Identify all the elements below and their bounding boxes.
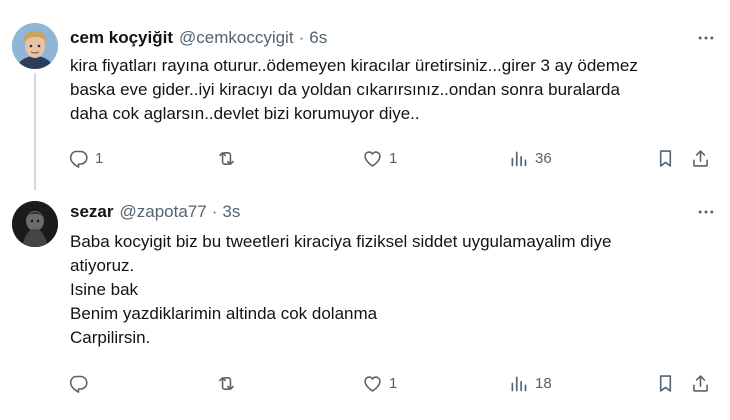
separator: · — [298, 28, 305, 47]
bookmark-icon — [659, 149, 672, 167]
timestamp[interactable]: 6s — [309, 28, 327, 48]
like-button[interactable]: 1 — [362, 370, 397, 396]
thread-line — [34, 73, 36, 190]
author-handle[interactable]: @zapota77 — [119, 202, 206, 222]
tweet[interactable]: cem koçyiğit @cemkoccyigit · 6s kira fiy… — [0, 0, 730, 190]
share-button[interactable] — [690, 370, 711, 396]
share-icon — [693, 374, 708, 392]
tweet-text: Baba kocyigit biz bu tweetleri kiraciya … — [70, 230, 712, 350]
tweet-text-line: Carpilirsin. — [70, 328, 151, 347]
tweet-text-line: atiyoruz. — [70, 256, 135, 275]
retweet-icon — [219, 376, 234, 390]
bookmark-icon — [659, 374, 672, 392]
retweet-button[interactable] — [216, 370, 243, 396]
tweet-text-line: daha cok aglarsın..devlet bizi korumuyor… — [70, 104, 420, 123]
reply-button[interactable] — [68, 370, 95, 396]
share-icon — [693, 149, 708, 167]
tweet[interactable]: sezar @zapota77 · 3s Baba kocyigit biz b… — [0, 190, 730, 420]
reply-icon — [69, 375, 88, 393]
like-button[interactable]: 1 — [362, 145, 397, 171]
retweet-icon — [219, 151, 234, 165]
heart-icon — [364, 150, 381, 167]
bookmark-button[interactable] — [655, 370, 676, 396]
like-count: 1 — [389, 149, 398, 167]
action-bar: 1 1 36 — [64, 145, 720, 171]
tweet-text-line: Benim yazdiklarimin altinda cok dolanma — [70, 304, 378, 323]
timestamp[interactable]: 3s — [222, 202, 240, 222]
views-icon — [511, 376, 527, 391]
views-button[interactable]: 18 — [508, 370, 552, 396]
more-icon[interactable] — [694, 26, 718, 50]
views-button[interactable]: 36 — [508, 145, 552, 171]
reply-button[interactable]: 1 — [68, 145, 103, 171]
tweet-header: cem koçyiğit @cemkoccyigit · 6s — [70, 26, 327, 50]
tweet-text-line: baska eve gider..iyi kiracıyı da yoldan … — [70, 80, 620, 99]
views-icon — [511, 151, 527, 166]
tweet-text: kira fiyatları rayına oturur..ödemeyen k… — [70, 54, 712, 126]
heart-icon — [364, 375, 381, 392]
reply-icon — [69, 150, 88, 168]
author-name[interactable]: sezar — [70, 202, 113, 222]
views-count: 18 — [535, 374, 552, 392]
avatar[interactable] — [12, 23, 58, 69]
action-bar: 1 18 — [64, 370, 720, 396]
share-button[interactable] — [690, 145, 711, 171]
like-count: 1 — [389, 374, 398, 392]
bookmark-button[interactable] — [655, 145, 676, 171]
views-count: 36 — [535, 149, 552, 167]
author-handle[interactable]: @cemkoccyigit — [179, 28, 294, 48]
tweet-header: sezar @zapota77 · 3s — [70, 200, 240, 224]
retweet-button[interactable] — [216, 145, 243, 171]
tweet-text-line: Isine bak — [70, 280, 139, 299]
author-name[interactable]: cem koçyiğit — [70, 28, 173, 48]
tweet-text-line: Baba kocyigit biz bu tweetleri kiraciya … — [70, 232, 612, 251]
avatar[interactable] — [12, 201, 58, 247]
separator: · — [211, 202, 218, 221]
tweet-text-line: kira fiyatları rayına oturur..ödemeyen k… — [70, 56, 638, 75]
more-icon[interactable] — [694, 200, 718, 224]
reply-count: 1 — [95, 149, 104, 167]
